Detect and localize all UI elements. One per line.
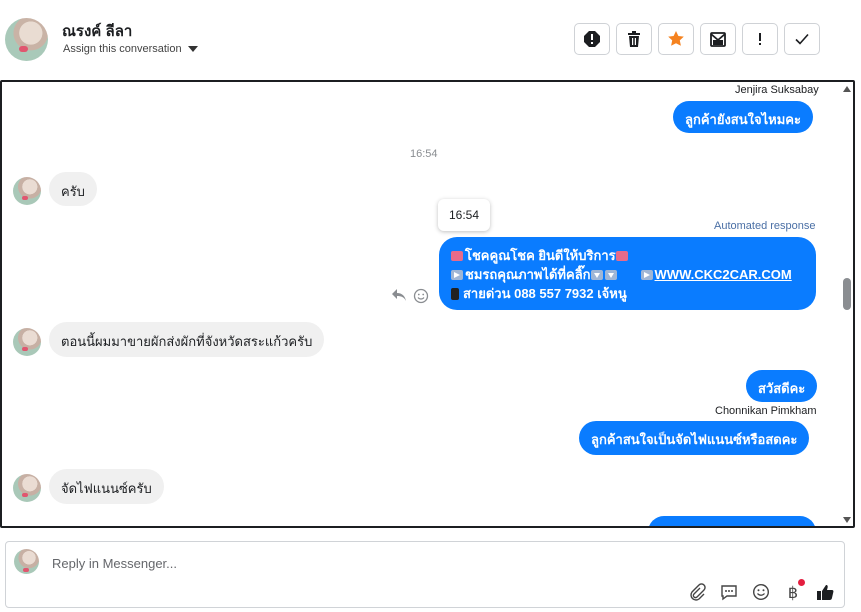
automated-response-label: Automated response <box>714 220 816 232</box>
caret-down-icon <box>187 46 198 53</box>
trash-icon <box>628 31 640 47</box>
notification-dot <box>798 579 805 586</box>
baht-icon: ฿ <box>787 582 799 602</box>
assign-label: Assign this conversation <box>63 43 182 55</box>
down-arrow-emoji-icon <box>604 270 617 280</box>
emoji-icon <box>752 583 770 601</box>
sender-name: Jenjira Suksabay <box>735 84 819 96</box>
star-icon <box>668 31 684 46</box>
contact-avatar-small <box>13 474 41 502</box>
book-emoji-icon <box>615 251 628 261</box>
conversation-header: ณรงค์ ลีลา Assign this conversation <box>0 0 861 80</box>
book-emoji-icon <box>451 251 463 261</box>
scroll-down-arrow-icon[interactable] <box>843 517 851 523</box>
outgoing-message[interactable]: สวัสดีคะ <box>746 370 818 402</box>
saved-replies-button[interactable] <box>719 582 739 602</box>
timestamp-tooltip: 16:54 <box>438 199 491 231</box>
auto-line-2: ชมรถคุณภาพได้ที่คลิ๊ก WWW.CKC2CAR.COM <box>451 265 804 284</box>
page-avatar <box>14 549 39 574</box>
delete-button[interactable] <box>616 23 652 55</box>
reply-icon[interactable] <box>391 288 407 309</box>
payment-button[interactable]: ฿ <box>783 579 805 602</box>
contact-avatar-small <box>13 177 41 205</box>
contact-avatar[interactable] <box>5 18 48 61</box>
reply-composer: ฿ <box>5 541 845 608</box>
website-link[interactable]: WWW.CKC2CAR.COM <box>655 267 792 282</box>
assign-conversation-dropdown[interactable]: Assign this conversation <box>63 43 198 55</box>
scroll-up-arrow-icon[interactable] <box>843 86 851 92</box>
auto-line-3: สายด่วน 088 557 7932 เจ้หนู <box>451 284 804 303</box>
incoming-message[interactable]: ตอนนี้ผมมาขายผักส่งผักที่จังหวัดสระแก้วค… <box>49 322 325 357</box>
attachment-icon <box>690 583 706 601</box>
like-button[interactable] <box>815 582 835 602</box>
message-timestamp: 16:54 <box>410 148 438 160</box>
saved-replies-icon <box>721 585 737 601</box>
play-emoji-icon <box>451 270 463 280</box>
incoming-message[interactable]: ครับ <box>49 172 97 206</box>
auto-line-1: โชคคูณโชค ยินดีให้บริการ <box>451 246 804 265</box>
spam-icon <box>584 31 600 47</box>
attachment-button[interactable] <box>687 582 707 602</box>
automated-response-message[interactable]: โชคคูณโชค ยินดีให้บริการ ชมรถคุณภาพได้ที… <box>439 237 816 310</box>
outgoing-message[interactable]: ลูกค้ายังสนใจไหมคะ <box>673 101 813 133</box>
conversation-toolbar <box>574 23 820 55</box>
composer-tools: ฿ <box>687 579 835 602</box>
outgoing-message[interactable]: ลูกค้าสนใจเป็นจัดไฟแนนซ์หรือสดคะ <box>579 421 810 455</box>
sender-name: Chonnikan Pimkham <box>715 405 817 417</box>
follow-up-button[interactable] <box>742 23 778 55</box>
message-thread[interactable]: Jenjira Suksabay ลูกค้ายังสนใจไหมคะ 16:5… <box>0 80 855 528</box>
react-icon[interactable] <box>413 288 429 309</box>
play-emoji-icon <box>640 270 653 280</box>
mark-unread-icon <box>710 32 726 47</box>
down-arrow-emoji-icon <box>590 270 603 280</box>
outgoing-message-partial[interactable] <box>648 516 816 526</box>
mark-unread-button[interactable] <box>700 23 736 55</box>
check-icon <box>795 33 809 45</box>
reply-input[interactable] <box>50 552 814 574</box>
phone-emoji-icon <box>451 288 459 300</box>
mark-done-button[interactable] <box>784 23 820 55</box>
contact-avatar-small <box>13 328 41 356</box>
incoming-message[interactable]: จัดไฟแนนซ์ครับ <box>49 469 164 504</box>
emoji-button[interactable] <box>751 582 771 602</box>
like-icon <box>817 585 834 600</box>
scrollbar-thumb[interactable] <box>843 278 851 310</box>
mark-spam-button[interactable] <box>574 23 610 55</box>
contact-name[interactable]: ณรงค์ ลีลา <box>62 19 132 43</box>
message-actions <box>391 288 429 309</box>
exclamation-icon <box>759 33 761 45</box>
star-button[interactable] <box>658 23 694 55</box>
thread-scrollbar[interactable] <box>841 82 853 526</box>
